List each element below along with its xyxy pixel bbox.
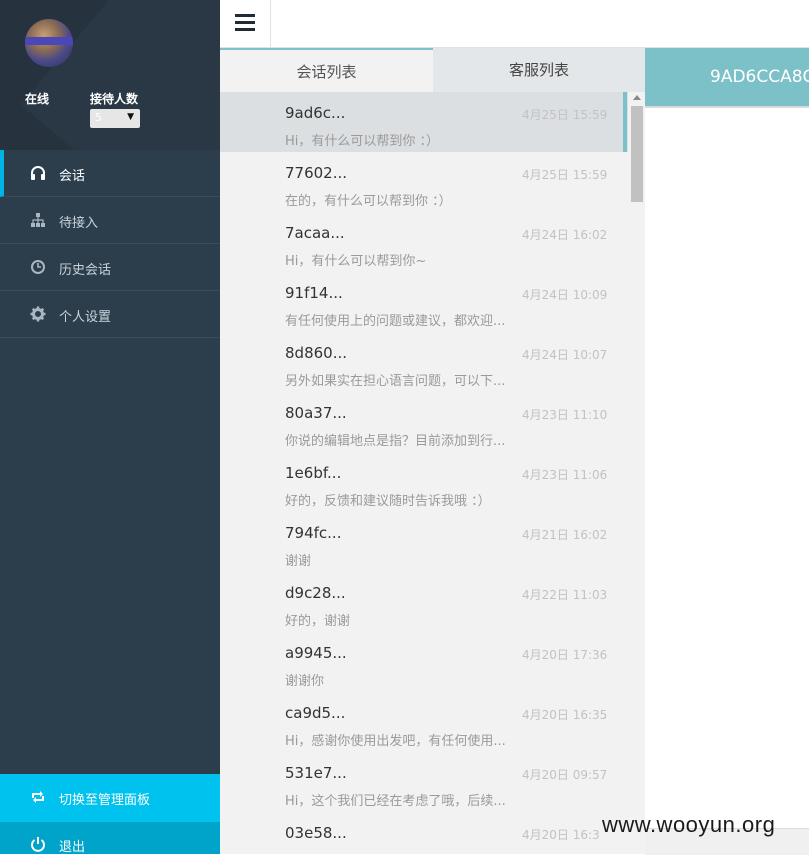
session-time: 4月24日 16:02 (522, 228, 608, 242)
dropdown-arrow-icon: ▼ (127, 112, 134, 122)
session-list-item[interactable]: 91f14... 4月24日 10:09 有任何使用上的问题或建议，都欢迎... (220, 272, 628, 332)
session-time: 4月23日 11:06 (522, 468, 608, 482)
sitemap-icon (31, 213, 45, 227)
swap-icon (32, 791, 44, 803)
logout-button[interactable]: 退出 (0, 822, 220, 854)
session-msg: Hi，这个我们已经在考虑了哦，后续... (285, 794, 506, 809)
session-msg: 另外如果实在担心语言问题，可以下... (285, 374, 506, 389)
session-list-item[interactable]: 8d860... 4月24日 10:07 另外如果实在担心语言问题，可以下... (220, 332, 628, 392)
online-status: 在线 (25, 92, 50, 106)
session-list: 9ad6c... 4月25日 15:59 Hi，有什么可以帮到你 ：） 77602..… (220, 92, 645, 854)
session-list-item[interactable]: 1e6bf... 4月23日 11:06 好的，反馈和建议随时告诉我哦 ：） (220, 452, 628, 512)
session-time: 4月25日 15:59 (522, 168, 608, 182)
session-name: 03e58... (285, 824, 347, 842)
session-name: 7acaa... (285, 224, 345, 242)
clock-icon (31, 260, 45, 274)
session-name: 1e6bf... (285, 464, 342, 482)
chat-title: 9AD6CCA8C (645, 48, 809, 106)
session-list-item[interactable]: 7acaa... 4月24日 16:02 Hi，有什么可以帮到你~ (220, 212, 628, 272)
top-bar (220, 0, 809, 48)
session-msg: 在的，有什么可以帮到你 ：） (285, 194, 452, 209)
session-time: 4月21日 16:02 (522, 528, 608, 542)
session-name: 77602... (285, 164, 348, 182)
session-time: 4月20日 17:36 (522, 648, 608, 662)
receive-count-select[interactable]: 5 ▼ (90, 109, 140, 128)
scroll-thumb[interactable] (631, 106, 643, 202)
session-name: 531e7... (285, 764, 347, 782)
nav-item-sessions[interactable]: 会话 (0, 150, 220, 197)
session-time: 4月20日 16:3 (522, 828, 600, 842)
session-msg: 你说的编辑地点是指？目前添加到行... (285, 434, 506, 449)
session-msg: Hi，感谢你使用出发吧，有任何使用... (285, 734, 506, 749)
session-name: d9c28... (285, 584, 346, 602)
nav-item-pending[interactable]: 待接入 (0, 197, 220, 244)
session-time: 4月20日 09:57 (522, 768, 608, 782)
session-time: 4月23日 11:10 (522, 408, 608, 422)
session-name: ca9d5... (285, 704, 346, 722)
session-list-item[interactable]: a9945... 4月20日 17:36 谢谢你 (220, 632, 628, 692)
session-time: 4月24日 10:09 (522, 288, 608, 302)
watermark: www.wooyun.org (602, 812, 776, 837)
session-msg: 谢谢你 (285, 674, 325, 689)
session-time: 4月20日 16:35 (522, 708, 608, 722)
session-msg: 好的，反馈和建议随时告诉我哦 ：） (285, 494, 491, 509)
session-name: 9ad6c... (285, 104, 346, 122)
session-time: 4月22日 11:03 (522, 588, 608, 602)
hamburger-icon (235, 14, 255, 17)
session-list-item[interactable]: d9c28... 4月22日 11:03 好的，谢谢 (220, 572, 628, 632)
power-icon (31, 837, 45, 852)
scroll-up-icon[interactable] (633, 95, 641, 100)
session-name: 794fc... (285, 524, 342, 542)
session-msg: Hi，有什么可以帮到你 ：） (285, 134, 440, 149)
session-time: 4月24日 10:07 (522, 348, 608, 362)
session-list-item[interactable]: 80a37... 4月23日 11:10 你说的编辑地点是指？目前添加到行... (220, 392, 628, 452)
session-msg: 有任何使用上的问题或建议，都欢迎... (285, 314, 506, 329)
switch-to-admin-button[interactable]: 切换至管理面板 (0, 774, 220, 822)
selected-indicator (623, 92, 627, 152)
chat-area (645, 108, 809, 828)
session-time: 4月25日 15:59 (522, 108, 608, 122)
session-name: 8d860... (285, 344, 347, 362)
tab-service-list[interactable]: 客服列表 (433, 48, 645, 92)
nav-item-settings[interactable]: 个人设置 (0, 291, 220, 338)
session-msg: Hi，有什么可以帮到你~ (285, 254, 427, 269)
tab-session-list[interactable]: 会话列表 (220, 48, 433, 94)
gear-icon (30, 306, 46, 322)
menu-toggle-button[interactable] (220, 0, 271, 47)
session-list-item[interactable]: 9ad6c... 4月25日 15:59 Hi，有什么可以帮到你 ：） (220, 92, 628, 152)
avatar[interactable] (25, 19, 73, 67)
session-name: 91f14... (285, 284, 343, 302)
receive-count-label: 接待人数 (90, 92, 139, 106)
profile-header: 在线 接待人数 5 ▼ (0, 0, 220, 150)
headphones-icon (31, 166, 45, 180)
nav-item-history[interactable]: 历史会话 (0, 244, 220, 291)
session-list-item[interactable]: 794fc... 4月21日 16:02 谢谢 (220, 512, 628, 572)
sidebar: 在线 接待人数 5 ▼ 会话 待接入 历史会话 个人设置 切换至管理面板 退出 (0, 0, 220, 854)
session-name: a9945... (285, 644, 347, 662)
session-list-item[interactable]: 03e58... 4月20日 16:3 (220, 812, 628, 854)
session-list-item[interactable]: ca9d5... 4月20日 16:35 Hi，感谢你使用出发吧，有任何使用... (220, 692, 628, 752)
session-list-item[interactable]: 531e7... 4月20日 09:57 Hi，这个我们已经在考虑了哦，后续... (220, 752, 628, 812)
scrollbar[interactable] (629, 92, 645, 854)
session-list-item[interactable]: 77602... 4月25日 15:59 在的，有什么可以帮到你 ：） (220, 152, 628, 212)
session-msg: 谢谢 (285, 554, 312, 569)
session-name: 80a37... (285, 404, 347, 422)
session-msg: 好的，谢谢 (285, 614, 351, 629)
